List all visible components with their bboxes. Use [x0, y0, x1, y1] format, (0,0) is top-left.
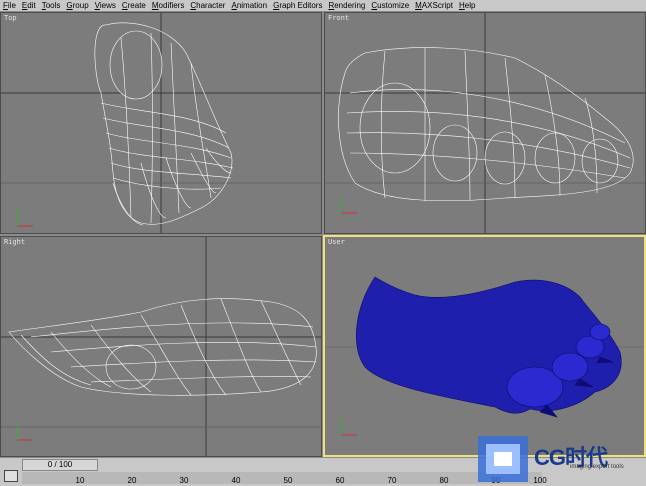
- time-slider[interactable]: 0 / 100: [22, 459, 98, 471]
- viewport-top-canvas: [1, 13, 321, 233]
- viewport-top[interactable]: Top: [0, 12, 322, 234]
- menu-graph-editors[interactable]: Graph Editors: [270, 0, 325, 11]
- axis-tripod-icon: [340, 419, 357, 436]
- menu-views[interactable]: Views: [92, 0, 119, 11]
- viewport-right[interactable]: Right: [0, 236, 322, 457]
- tick-label: 20: [127, 476, 137, 485]
- menu-modifiers[interactable]: Modifiers: [149, 0, 187, 11]
- menu-file[interactable]: File: [0, 0, 19, 11]
- menu-help[interactable]: Help: [456, 0, 478, 11]
- menu-group[interactable]: Group: [63, 0, 91, 11]
- menu-character[interactable]: Character: [187, 0, 228, 11]
- tick-label: 30: [179, 476, 189, 485]
- menu-create[interactable]: Create: [119, 0, 149, 11]
- foot-wireframe-right: [8, 298, 317, 396]
- menu-customize[interactable]: Customize: [368, 0, 412, 11]
- foot-wireframe-top: [94, 22, 234, 226]
- viewport-user-label[interactable]: User: [328, 238, 345, 246]
- track-bar-icon[interactable]: [4, 470, 18, 482]
- tick-label: 40: [231, 476, 241, 485]
- tick-label: 70: [387, 476, 397, 485]
- axis-tripod-icon: [340, 197, 357, 214]
- axis-tripod-icon: [16, 209, 33, 227]
- tick-label: 60: [335, 476, 345, 485]
- menu-rendering[interactable]: Rendering: [325, 0, 368, 11]
- viewport-user-canvas: [325, 276, 644, 436]
- menu-animation[interactable]: Animation: [228, 0, 270, 11]
- foot-shaded-mesh: [356, 276, 622, 418]
- viewport-top-label[interactable]: Top: [4, 14, 17, 22]
- timeline-track[interactable]: [22, 472, 542, 484]
- viewport-front-canvas: [325, 13, 645, 233]
- viewport-right-canvas: [1, 237, 321, 456]
- logo-subtitle: imaging export tools: [570, 464, 624, 470]
- foot-wireframe-front: [338, 47, 634, 202]
- tick-label: 80: [439, 476, 449, 485]
- menu-edit[interactable]: Edit: [19, 0, 39, 11]
- menu-maxscript[interactable]: MAXScript: [412, 0, 456, 11]
- viewport-front-label[interactable]: Front: [328, 14, 349, 22]
- viewport-front[interactable]: Front: [324, 12, 646, 234]
- menu-tools[interactable]: Tools: [39, 0, 64, 11]
- tick-label: 50: [283, 476, 293, 485]
- tick-label: 10: [75, 476, 85, 485]
- axis-tripod-icon: [16, 424, 33, 441]
- viewport-user[interactable]: User: [323, 235, 646, 457]
- menu-bar: File Edit Tools Group Views Create Modifiers Ch…: [0, 0, 646, 12]
- viewport-right-label[interactable]: Right: [4, 238, 25, 246]
